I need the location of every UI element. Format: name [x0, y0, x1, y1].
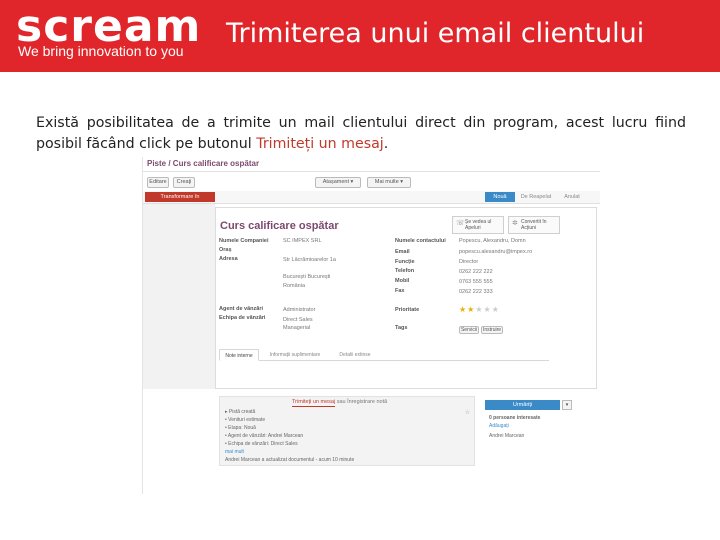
field-value-email[interactable]: popescu.alexandru@impex.ro — [459, 249, 532, 255]
gear-icon: ✲ — [512, 220, 518, 227]
log-note-link[interactable]: Înregistrare notă — [347, 399, 387, 405]
tab-extended-details[interactable]: Detalii extinse — [331, 349, 379, 361]
send-message-reference: Trimiteți un mesaj — [256, 136, 384, 152]
page-title: Trimiterea unui email clientului — [226, 18, 645, 49]
field-label-email: Email — [395, 249, 410, 255]
breadcrumb[interactable]: Piste / Curs calificare ospătar — [147, 159, 259, 168]
form-sheet: Curs calificare ospătar ☏ Șe vedea ul Ap… — [215, 207, 597, 389]
field-label-sales-team: Echipa de vânzări — [219, 315, 266, 321]
field-value-company[interactable]: SC IMPEX SRL — [283, 238, 322, 244]
field-value-mobile[interactable]: 0763 555 555 — [459, 279, 493, 285]
attachment-dropdown[interactable]: Atașament ▾ — [315, 177, 361, 188]
more-dropdown[interactable]: Mai multe ▾ — [367, 177, 411, 188]
phone-icon: ☏ — [456, 220, 465, 227]
field-value-fax[interactable]: 0262 222 333 — [459, 289, 493, 295]
field-value-contact[interactable]: Popescu, Alexandru, Domn — [459, 238, 526, 244]
form-title: Curs calificare ospătar — [220, 220, 339, 232]
convert-opportunity-button[interactable]: Transformare în Oportunitate — [145, 192, 215, 210]
priority-stars[interactable]: ★★★★★ — [459, 305, 500, 314]
tag-training[interactable]: Instruire — [481, 326, 503, 334]
stage-cancelled[interactable]: Anulat — [557, 192, 587, 202]
sheet-background — [143, 204, 215, 389]
field-label-fax: Fax — [395, 288, 405, 294]
star-icon[interactable]: ★ — [459, 305, 467, 314]
calls-smart-button[interactable]: ☏ Șe vedea ul Apeluri — [452, 216, 504, 234]
chatter-line: ▸ Pistă creată — [225, 409, 256, 415]
actions-smart-button[interactable]: ✲ Convertit în Acțiuni — [508, 216, 560, 234]
star-icon[interactable]: ★ — [484, 305, 492, 314]
stage-recall[interactable]: De Reapelat — [517, 192, 555, 202]
chatter-line: • Echipa de vânzări: Direct Sales — [225, 441, 298, 447]
header-banner: scream We bring innovation to you Trimit… — [0, 0, 720, 72]
field-value-street[interactable]: Str Lăcrămioarelor 1a — [283, 257, 336, 263]
field-label-phone: Telefon — [395, 268, 415, 274]
field-value-function[interactable]: Director — [459, 259, 478, 265]
field-value-salesperson[interactable]: Administrator — [283, 307, 315, 313]
stage-new[interactable]: Nouă — [485, 192, 515, 202]
chatter-line: Andrei Marcean a actualizat documentul -… — [225, 457, 355, 463]
tab-extra-info[interactable]: Informații suplimentare — [263, 349, 327, 361]
more-link[interactable]: mai mult — [225, 449, 244, 455]
follower-name: Andrei Marcean — [489, 433, 525, 439]
tab-internal-notes[interactable]: Note interne — [219, 349, 259, 361]
chatter-tabs: Trimiteţi un mesaj sau Înregistrare notă — [292, 397, 432, 407]
field-label-address: Adresa — [219, 256, 238, 262]
field-value-city-state[interactable]: București București — [283, 274, 330, 280]
tag-services[interactable]: Servicii — [459, 326, 479, 334]
field-label-company: Numele Companiei — [219, 238, 269, 244]
send-message-link[interactable]: Trimiteţi un mesaj — [292, 399, 336, 407]
actions-smart-label: Convertit în Acțiuni — [521, 219, 547, 231]
star-icon[interactable]: ★ — [492, 305, 500, 314]
paragraph-end: . — [383, 136, 389, 152]
field-value-country[interactable]: România — [283, 283, 305, 289]
field-label-tags: Tags — [395, 325, 408, 331]
chevron-down-icon[interactable]: ▾ — [562, 400, 572, 410]
add-follower-link[interactable]: Adăugați — [489, 423, 509, 429]
chatter-panel: Trimiteţi un mesaj sau Înregistrare notă… — [219, 396, 475, 466]
field-value-phone[interactable]: 0262 222 222 — [459, 269, 493, 275]
field-label-priority: Prioritate — [395, 307, 420, 313]
field-label-mobile: Mobil — [395, 278, 410, 284]
chatter-line: • Agent de vânzări: Andrei Marcean — [225, 433, 304, 439]
chatter-separator: sau — [336, 399, 346, 405]
field-label-contact: Numele contactului — [395, 238, 446, 244]
calls-smart-label: Șe vedea ul Apeluri — [465, 219, 492, 231]
divider — [143, 171, 600, 172]
chatter-line: • Venituri estimate — [225, 417, 266, 423]
star-icon[interactable]: ★ — [475, 305, 483, 314]
field-label-city: Oraș — [219, 247, 232, 253]
notebook-tabs: Note interne Informații suplimentare Det… — [219, 349, 549, 361]
description-paragraph: Există posibilitatea de a trimite un mai… — [36, 113, 686, 155]
chatter-line: • Etapa: Nouă — [225, 425, 256, 431]
create-button[interactable]: Creaţi — [173, 177, 195, 188]
star-icon[interactable]: ☆ — [465, 409, 470, 416]
crm-screenshot: Piste / Curs calificare ospătar Editare … — [142, 157, 600, 494]
field-label-salesperson: Agent de vânzări — [219, 306, 264, 312]
field-value-sales-team[interactable]: Direct Sales — [283, 317, 313, 323]
field-value-team-extra[interactable]: Managerial — [283, 325, 310, 331]
followers-title: 0 persoane interesate — [489, 415, 541, 421]
field-label-function: Funcție — [395, 259, 415, 265]
tagline: We bring innovation to you — [18, 43, 184, 59]
follow-button[interactable]: Urmăriți — [485, 400, 560, 410]
edit-button[interactable]: Editare — [147, 177, 169, 188]
